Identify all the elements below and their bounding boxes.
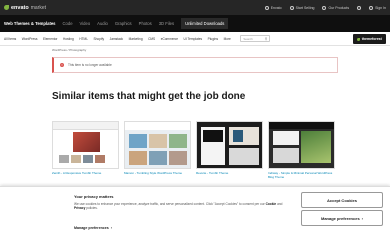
top-links: Envato Start Selling Our Products Sign I… (264, 0, 386, 15)
item-card[interactable]: Reverie - Tumblr Theme (196, 121, 263, 180)
store-icon (289, 5, 294, 10)
cookie-title: Your privacy matters (74, 194, 114, 199)
envato-link-label: Envato (270, 5, 282, 10)
subnav-html[interactable]: HTML (79, 37, 88, 41)
cookie-policy-link[interactable]: Cookie (266, 202, 277, 206)
nav-web-themes[interactable]: Web Themes & Templates (4, 21, 56, 26)
item-card[interactable]: Mamon - Tumbling Style WordPress Theme (124, 121, 191, 180)
nav-audio[interactable]: Audio (97, 21, 108, 26)
subnav-marketing[interactable]: Marketing (129, 37, 143, 41)
nav-unlimited-downloads[interactable]: Unlimited Downloads (181, 18, 229, 29)
sub-nav: All Items WordPress Elementor Hosting HT… (0, 32, 390, 46)
subnav-more[interactable]: More (224, 37, 231, 41)
breadcrumb[interactable]: WordPress / Photography (52, 48, 86, 52)
start-selling-link[interactable]: Start Selling (289, 5, 315, 10)
item-card[interactable]: Zenith - A Responsive Tumblr Theme (52, 121, 119, 180)
nav-photos[interactable]: Photos (139, 21, 152, 26)
subnav-ecommerce[interactable]: eCommerce (161, 37, 178, 41)
manage-preferences-button[interactable]: Manage preferences › (301, 210, 383, 226)
subnav-shopify[interactable]: Shopify (93, 37, 104, 41)
nav-3d-files[interactable]: 3D Files (159, 21, 174, 26)
search-placeholder: Search (243, 36, 253, 41)
item-thumbnail[interactable] (124, 121, 191, 169)
item-title[interactable]: Indiway - Simple & Minimal Personal Word… (268, 171, 335, 180)
start-selling-label: Start Selling (295, 5, 315, 10)
privacy-policy-link[interactable]: Privacy (74, 206, 85, 210)
user-icon (369, 5, 374, 10)
alert-text: This item is no longer available (68, 63, 112, 67)
nav-graphics[interactable]: Graphics (115, 21, 132, 26)
our-products-label: Our Products (328, 5, 350, 10)
cookie-text-part2: policies. (85, 206, 98, 211)
item-thumbnail[interactable] (268, 121, 335, 169)
manage-preferences-link[interactable]: Manage preferences › (74, 226, 112, 230)
subnav-all-items[interactable]: All Items (4, 37, 16, 41)
accept-cookies-button[interactable]: Accept Cookies (301, 192, 383, 208)
envato-link[interactable]: Envato (264, 5, 282, 10)
subnav-hosting[interactable]: Hosting (63, 37, 74, 41)
subnav-jamstack[interactable]: Jamstack (110, 37, 123, 41)
manage-preferences-link-label: Manage preferences (74, 226, 109, 230)
envato-logo[interactable]: envato market (4, 5, 46, 11)
chevron-right-icon: › (361, 215, 364, 221)
item-title[interactable]: Mamon - Tumbling Style WordPress Theme (124, 171, 191, 176)
manage-preferences-button-label: Manage preferences (320, 215, 360, 221)
leaf-icon (357, 37, 361, 41)
alert-icon: ! (60, 63, 64, 67)
logo-text: envato (11, 4, 29, 11)
cart-link[interactable] (357, 5, 362, 10)
nav-code[interactable]: Code (63, 21, 73, 26)
cart-icon (357, 5, 362, 10)
search-icon[interactable]: ⚲ (265, 37, 268, 41)
main-nav: Web Themes & Templates Code Video Audio … (0, 15, 390, 32)
similar-items-grid: Zenith - A Responsive Tumblr Theme Mamon… (52, 121, 335, 180)
themeforest-label: themeforest (361, 37, 382, 41)
top-bar: envato market Envato Start Selling Our P… (0, 0, 390, 15)
subnav-plugins[interactable]: Plugins (208, 37, 218, 41)
item-thumbnail[interactable] (52, 121, 119, 169)
item-card[interactable]: Indiway - Simple & Minimal Personal Word… (268, 121, 335, 180)
cookie-text-and: and (276, 202, 283, 206)
item-thumbnail[interactable] (196, 121, 263, 169)
leaf-icon (4, 5, 9, 10)
subnav-ui-templates[interactable]: UI Templates (184, 37, 203, 41)
subnav-cms[interactable]: CMS (148, 37, 155, 41)
section-heading: Similar items that might get the job don… (52, 91, 246, 102)
item-title[interactable]: Reverie - Tumblr Theme (196, 171, 263, 176)
themeforest-logo[interactable]: themeforest (353, 34, 386, 44)
unavailable-alert: ! This item is no longer available (52, 57, 338, 73)
grid-icon (264, 5, 269, 10)
subnav-wordpress[interactable]: WordPress (22, 37, 38, 41)
logo-sub: market (30, 4, 47, 11)
search-input[interactable]: Search ⚲ (240, 35, 271, 42)
sign-in-label: Sign In (375, 5, 386, 10)
cookie-text: We use cookies to enhance your experienc… (74, 202, 289, 211)
subnav-elementor[interactable]: Elementor (43, 37, 58, 41)
nav-video[interactable]: Video (80, 21, 91, 26)
products-icon (322, 5, 327, 10)
sign-in-link[interactable]: Sign In (369, 5, 386, 10)
our-products-link[interactable]: Our Products (322, 5, 350, 10)
item-title[interactable]: Zenith - A Responsive Tumblr Theme (52, 171, 119, 176)
cookie-text-part1: We use cookies to enhance your experienc… (74, 202, 266, 206)
chevron-right-icon: › (110, 226, 112, 230)
